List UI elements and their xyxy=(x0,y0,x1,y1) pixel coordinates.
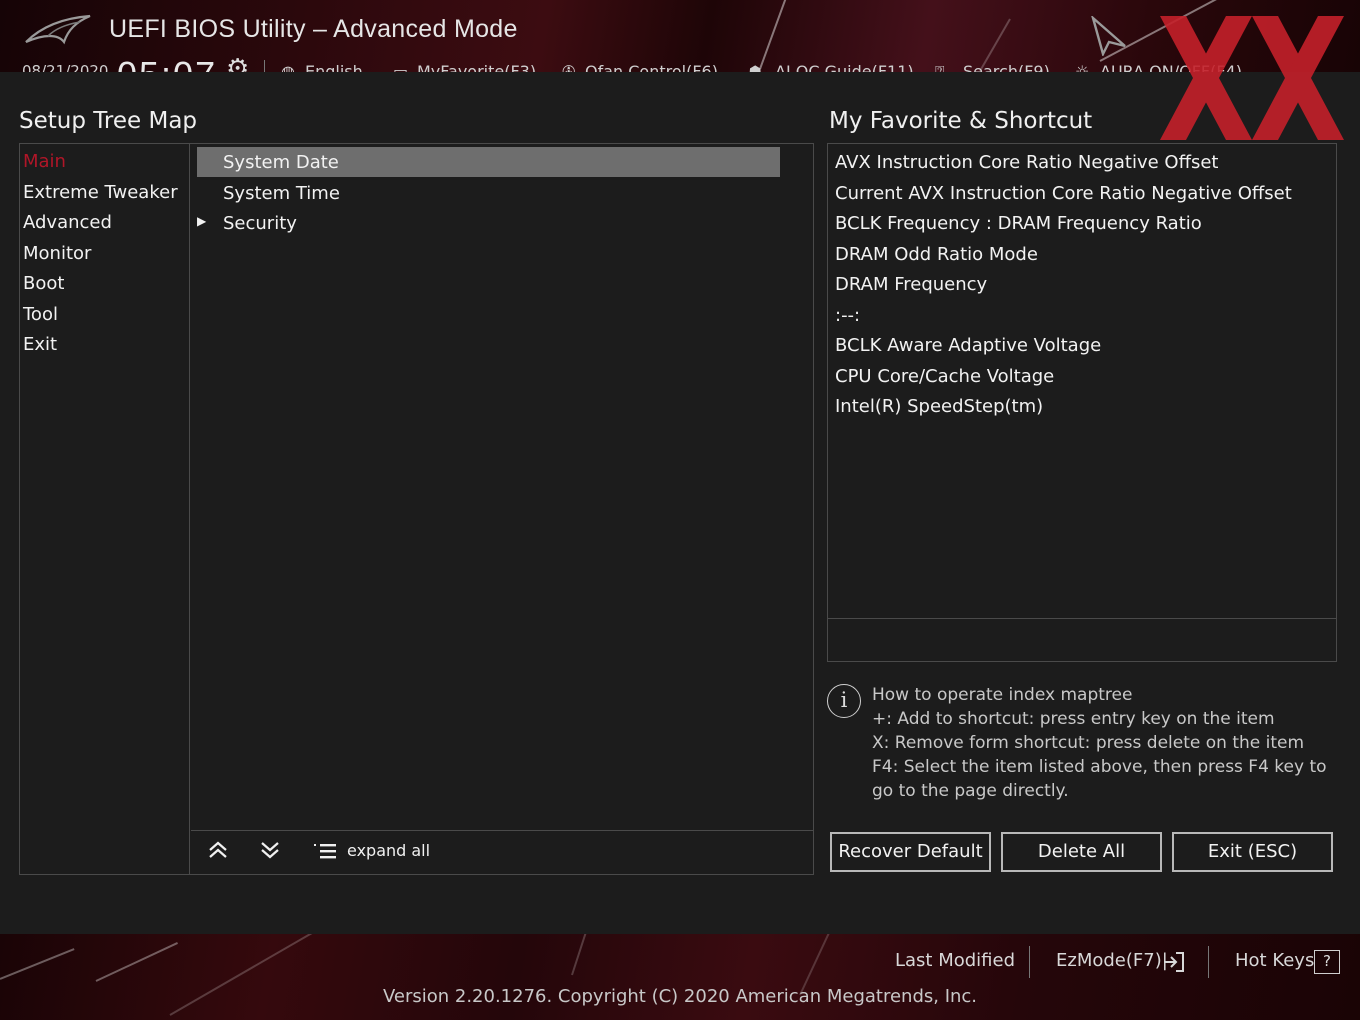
exit-arrow-icon[interactable] xyxy=(1162,950,1186,974)
favorite-item[interactable]: CPU Core/Cache Voltage xyxy=(835,366,1054,387)
tree-footer: expand all xyxy=(191,830,813,874)
decorative-streak xyxy=(571,934,592,976)
favorite-item[interactable]: DRAM Frequency xyxy=(835,274,987,295)
favorite-icon: ▭ xyxy=(393,62,409,72)
expand-all-button[interactable]: expand all xyxy=(347,841,430,860)
favorite-item[interactable]: BCLK Frequency : DRAM Frequency Ratio xyxy=(835,213,1202,234)
menu-item-extreme-tweaker[interactable]: Extreme Tweaker xyxy=(23,182,178,203)
favorites-list: AVX Instruction Core Ratio Negative Offs… xyxy=(828,144,1336,619)
separator xyxy=(264,60,265,72)
favorite-item[interactable]: Current AVX Instruction Core Ratio Negat… xyxy=(835,183,1292,204)
tree-item-security[interactable]: ▶ Security xyxy=(197,208,780,238)
qfan-button[interactable]: Qfan Control(F6) xyxy=(585,62,718,72)
favorite-item[interactable]: BCLK Aware Adaptive Voltage xyxy=(835,335,1101,356)
tree-content: System Date System Time ▶ Security expan… xyxy=(191,144,813,874)
time-display: 05:07 xyxy=(117,56,217,72)
oc-guide-icon: ☗ xyxy=(748,62,763,72)
menu-item-advanced[interactable]: Advanced xyxy=(23,212,112,233)
info-icon: i xyxy=(827,684,861,718)
recover-default-button[interactable]: Recover Default xyxy=(830,832,991,872)
collapse-up-icon[interactable] xyxy=(207,839,229,861)
version-text: Version 2.20.1276. Copyright (C) 2020 Am… xyxy=(382,986,978,1007)
tree-item-label: System Time xyxy=(223,183,340,204)
hot-keys-button[interactable]: Hot Keys xyxy=(1235,950,1314,971)
search-button[interactable]: Search(F9) xyxy=(963,62,1050,72)
decorative-streak xyxy=(95,942,178,982)
header-bar: UEFI BIOS Utility – Advanced Mode 08/21/… xyxy=(0,0,1360,72)
question-key-icon[interactable]: ? xyxy=(1314,950,1340,974)
language-button[interactable]: English xyxy=(305,62,363,72)
brand-watermark-logo xyxy=(1160,16,1344,140)
favorites-panel: AVX Instruction Core Ratio Negative Offs… xyxy=(827,143,1337,662)
help-line: F4: Select the item listed above, then p… xyxy=(872,757,1327,777)
fan-icon: ✇ xyxy=(562,62,576,72)
decorative-streak xyxy=(0,948,75,980)
separator xyxy=(1208,946,1209,978)
exit-esc-button[interactable]: Exit (ESC) xyxy=(1172,832,1333,872)
rog-logo-icon xyxy=(25,14,91,45)
expand-down-icon[interactable] xyxy=(259,839,281,861)
help-heading: How to operate index maptree xyxy=(872,685,1133,705)
footer-bar: Last Modified EzMode(F7)| Hot Keys ? Ver… xyxy=(0,934,1360,1020)
favorite-item[interactable]: Intel(R) SpeedStep(tm) xyxy=(835,396,1043,417)
ai-oc-guide-button[interactable]: AI OC Guide(F11) xyxy=(775,62,914,72)
help-line: go to the page directly. xyxy=(872,781,1069,801)
favorites-title: My Favorite & Shortcut xyxy=(829,108,1093,134)
tree-item-label: Security xyxy=(223,213,297,234)
expand-arrow-icon[interactable]: ▶ xyxy=(197,214,206,228)
app-title: UEFI BIOS Utility – Advanced Mode xyxy=(109,15,518,43)
favorite-item[interactable]: DRAM Odd Ratio Mode xyxy=(835,244,1038,265)
tree-map-panel: Main Extreme Tweaker Advanced Monitor Bo… xyxy=(19,143,814,875)
tree-map-title: Setup Tree Map xyxy=(19,108,198,134)
cursor-icon xyxy=(1091,16,1126,56)
search-icon: ⍰ xyxy=(935,62,945,72)
globe-icon: ◍ xyxy=(281,62,295,72)
help-line: X: Remove form shortcut: press delete on… xyxy=(872,733,1305,753)
separator xyxy=(1029,946,1030,978)
menu-item-main[interactable]: Main xyxy=(23,151,66,172)
tree-menu: Main Extreme Tweaker Advanced Monitor Bo… xyxy=(20,144,190,874)
tree-item-label: System Date xyxy=(223,152,339,173)
aura-icon: ☼ xyxy=(1075,62,1090,72)
myfavorite-button[interactable]: MyFavorite(F3) xyxy=(417,62,536,72)
ezmode-button[interactable]: EzMode(F7)| xyxy=(1056,950,1168,971)
tree-item-system-time[interactable]: System Time xyxy=(197,178,780,208)
tree-item-system-date[interactable]: System Date xyxy=(197,147,780,177)
last-modified-button[interactable]: Last Modified xyxy=(895,950,1015,971)
menu-item-exit[interactable]: Exit xyxy=(23,334,57,355)
menu-item-boot[interactable]: Boot xyxy=(23,273,64,294)
date-display: 08/21/2020 xyxy=(22,62,109,72)
expand-all-icon[interactable] xyxy=(312,841,338,863)
menu-item-tool[interactable]: Tool xyxy=(23,304,58,325)
gear-icon[interactable]: ⚙ xyxy=(226,56,249,72)
menu-item-monitor[interactable]: Monitor xyxy=(23,243,91,264)
favorite-item[interactable]: AVX Instruction Core Ratio Negative Offs… xyxy=(835,152,1218,173)
favorite-separator-item[interactable]: :--: xyxy=(835,305,860,326)
header-toolbar: 08/21/2020 05:07 ⚙ ◍ English ▭ MyFavorit… xyxy=(0,56,1360,72)
help-line: +: Add to shortcut: press entry key on t… xyxy=(872,709,1275,729)
delete-all-button[interactable]: Delete All xyxy=(1001,832,1162,872)
